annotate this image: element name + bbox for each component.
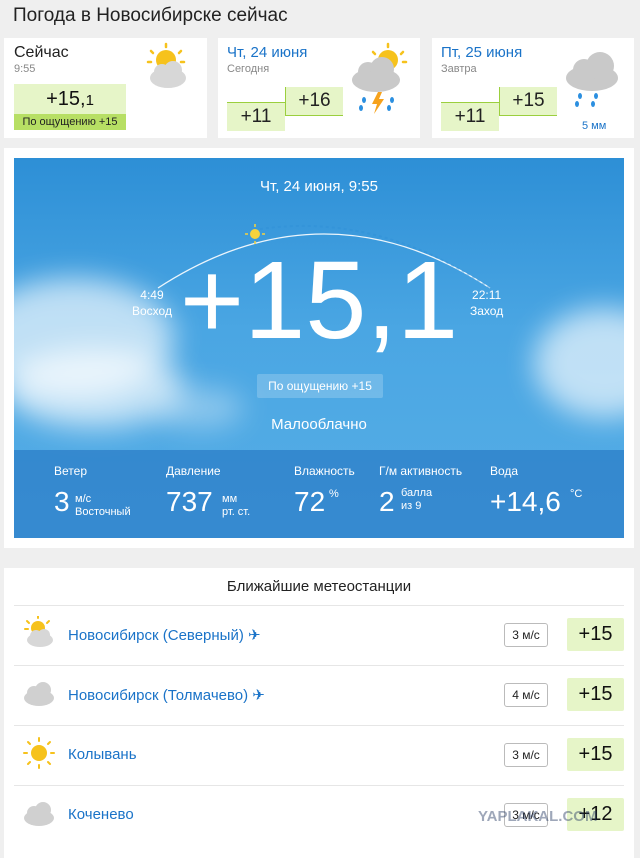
pressure-value: 737: [166, 486, 213, 517]
geomagnetic-unit: балла из 9: [401, 487, 433, 512]
wind-unit: м/с Восточный: [75, 493, 131, 518]
precipitation-amount: 5 мм: [582, 120, 607, 132]
wind-label: Ветер: [54, 464, 87, 478]
station-row[interactable]: Колывань 3 м/с +15: [14, 725, 624, 786]
current-date: Чт, 24 июня, 9:55: [260, 178, 378, 195]
sun-icon: [23, 737, 55, 769]
pressure-label: Давление: [166, 464, 221, 478]
now-temp-box: +15,1 По ощущению +15: [14, 84, 126, 130]
current-temperature: +15,1: [179, 239, 459, 362]
sky-panel: Чт, 24 июня, 9:55 4:49 Восход 22:11 Захо…: [14, 158, 624, 538]
now-feels-like: По ощущению +15: [14, 114, 126, 130]
humidity-stat: Влажность 72 %: [294, 464, 355, 517]
station-row[interactable]: Новосибирск (Северный) ✈ 3 м/с +15: [14, 605, 624, 666]
stations-title: Ближайшие метеостанции: [226, 578, 412, 595]
water-label: Вода: [490, 464, 519, 478]
watermark: YAPLAKAL.COM: [478, 808, 598, 825]
airport-icon: ✈: [248, 627, 261, 644]
humidity-value: 72: [294, 486, 326, 517]
water-unit: °C: [570, 488, 583, 500]
station-temp: +15: [567, 678, 624, 711]
rain-icon: [566, 52, 618, 107]
airport-icon: ✈: [252, 687, 265, 704]
geomagnetic-stat: Г/м активность 2 балла из 9: [379, 464, 463, 517]
station-name[interactable]: Колывань: [68, 746, 137, 763]
forecast-day-sub: Сегодня: [227, 63, 270, 75]
partly-cloudy-icon: [146, 42, 186, 88]
page-title: Погода в Новосибирске сейчас: [13, 5, 288, 26]
now-temp: +15,1: [46, 88, 94, 110]
station-wind: 4 м/с: [504, 683, 548, 707]
forecast-min-temp: +11: [441, 102, 499, 131]
now-label: Сейчас: [14, 44, 69, 61]
station-wind: 3 м/с: [504, 743, 548, 767]
humidity-unit: %: [329, 488, 339, 500]
weather-condition: Малооблачно: [271, 416, 367, 433]
humidity-label: Влажность: [294, 464, 355, 478]
station-name[interactable]: Коченево: [68, 806, 134, 823]
thunderstorm-icon: [352, 42, 408, 114]
water-stat: Вода +14,6 °C: [490, 464, 582, 517]
forecast-day-title[interactable]: Пт, 25 июня: [441, 44, 522, 61]
cloudy-icon: [24, 682, 54, 706]
water-value: +14,6: [490, 486, 561, 517]
forecast-day-sub: Завтра: [441, 63, 477, 75]
forecast-max-temp: +15: [499, 87, 557, 116]
station-row[interactable]: Новосибирск (Толмачево) ✈ 4 м/с +15: [14, 665, 624, 726]
forecast-card-today[interactable]: Чт, 24 июня Сегодня +11 +16: [218, 38, 420, 138]
feels-like-badge: По ощущению +15: [257, 374, 383, 398]
forecast-min-temp: +11: [227, 102, 285, 131]
forecast-max-temp: +16: [285, 87, 343, 116]
station-temp: +15: [567, 738, 624, 771]
now-card[interactable]: Сейчас 9:55 +15,1 По ощущению +15: [4, 38, 207, 138]
geomagnetic-label: Г/м активность: [379, 464, 463, 478]
station-temp: +15: [567, 618, 624, 651]
weather-stats-bar: Ветер 3 м/с Восточный Давление 737 мм рт. …: [14, 450, 624, 538]
station-name[interactable]: Новосибирск (Толмачево) ✈: [68, 686, 265, 704]
wind-value: 3: [54, 486, 70, 517]
station-wind: 3 м/с: [504, 623, 548, 647]
pressure-unit: мм рт. ст.: [222, 493, 251, 518]
forecast-day-title[interactable]: Чт, 24 июня: [227, 44, 307, 61]
forecast-card-tomorrow[interactable]: Пт, 25 июня Завтра +11 +15 5 мм: [432, 38, 634, 138]
station-name[interactable]: Новосибирск (Северный) ✈: [68, 626, 261, 644]
now-time: 9:55: [14, 63, 36, 75]
cloudy-icon: [24, 802, 54, 826]
current-weather-card: Чт, 24 июня, 9:55 4:49 Восход 22:11 Захо…: [4, 148, 634, 548]
geomagnetic-value: 2: [379, 486, 395, 517]
pressure-stat: Давление 737 мм рт. ст.: [166, 464, 250, 518]
wind-stat: Ветер 3 м/с Восточный: [54, 464, 131, 518]
partly-cloudy-icon: [24, 616, 53, 647]
